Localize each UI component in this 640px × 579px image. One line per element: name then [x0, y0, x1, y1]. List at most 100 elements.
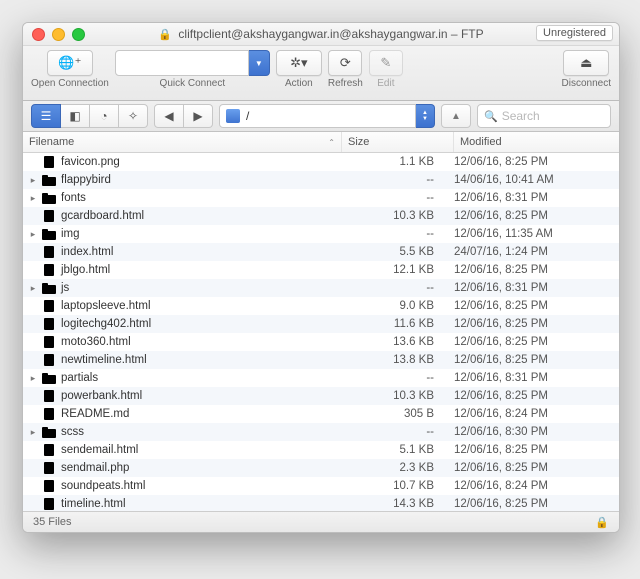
path-field[interactable]: /	[219, 104, 416, 128]
folder-icon	[41, 281, 57, 295]
table-row[interactable]: index.html5.5 KB24/07/16, 1:24 PM	[23, 243, 619, 261]
file-size: --	[322, 372, 448, 384]
table-row[interactable]: sendemail.html5.1 KB12/06/16, 8:25 PM	[23, 441, 619, 459]
file-modified: 12/06/16, 8:31 PM	[448, 372, 619, 384]
disconnect-button[interactable]: ⏏	[563, 50, 609, 76]
image-icon	[41, 155, 57, 169]
table-row[interactable]: favicon.png1.1 KB12/06/16, 8:25 PM	[23, 153, 619, 171]
table-row[interactable]: gcardboard.html10.3 KB12/06/16, 8:25 PM	[23, 207, 619, 225]
file-icon	[41, 209, 57, 223]
header-filename[interactable]: Filename ⌃	[23, 132, 342, 152]
view-bookmarks-button[interactable]: ◧	[61, 104, 90, 128]
file-icon	[41, 389, 57, 403]
view-bar: ☰ ◧ ◔ ✧ ◀ ▶ / ▲▼ ▲ 🔍 Search	[23, 101, 619, 132]
file-modified: 12/06/16, 8:25 PM	[448, 462, 619, 474]
table-row[interactable]: ▸flappybird--14/06/16, 10:41 AM	[23, 171, 619, 189]
file-size: 14.3 KB	[322, 498, 448, 510]
header-modified[interactable]: Modified	[454, 132, 619, 152]
quick-connect-field[interactable]	[115, 50, 249, 76]
file-size: 9.0 KB	[322, 300, 448, 312]
disclosure-triangle-icon[interactable]: ▸	[27, 373, 39, 384]
view-list-button[interactable]: ☰	[31, 104, 61, 128]
file-modified: 12/06/16, 8:30 PM	[448, 426, 619, 438]
go-up-button[interactable]: ▲	[441, 104, 471, 128]
quick-connect-dropdown[interactable]: ▼	[249, 50, 270, 76]
disconnect-label: Disconnect	[562, 78, 611, 89]
path-dropdown[interactable]: ▲▼	[416, 104, 435, 128]
table-row[interactable]: laptopsleeve.html9.0 KB12/06/16, 8:25 PM	[23, 297, 619, 315]
table-row[interactable]: timeline.html14.3 KB12/06/16, 8:25 PM	[23, 495, 619, 511]
padlock-icon: 🔒	[595, 516, 609, 529]
file-name: newtimeline.html	[61, 354, 147, 366]
search-field[interactable]: 🔍 Search	[477, 104, 611, 128]
table-row[interactable]: ▸ partials --12/06/16, 8:31 PM	[23, 369, 619, 387]
file-size: 12.1 KB	[322, 264, 448, 276]
unregistered-badge[interactable]: Unregistered	[536, 25, 613, 41]
file-icon	[41, 443, 57, 457]
status-count: 35 Files	[33, 516, 72, 528]
disclosure-triangle-icon[interactable]: ▸	[27, 175, 39, 186]
folder-icon	[41, 191, 57, 205]
file-modified: 12/06/16, 8:31 PM	[448, 282, 619, 294]
main-toolbar: 🌐⁺ Open Connection ▼ Quick Connect ✲▾ Ac…	[23, 46, 619, 101]
table-row[interactable]: jblgo.html12.1 KB12/06/16, 8:25 PM	[23, 261, 619, 279]
action-button[interactable]: ✲▾	[276, 50, 322, 76]
file-modified: 12/06/16, 11:35 AM	[448, 228, 619, 240]
folder-icon	[41, 371, 57, 385]
disclosure-triangle-icon[interactable]: ▸	[27, 283, 39, 294]
edit-button[interactable]: ✎	[369, 50, 403, 76]
refresh-label: Refresh	[328, 78, 363, 89]
disclosure-triangle-icon[interactable]: ▸	[27, 193, 39, 204]
disclosure-triangle-icon[interactable]: ▸	[27, 229, 39, 240]
file-name: partials	[61, 372, 98, 384]
header-modified-label: Modified	[460, 136, 502, 148]
table-row[interactable]: ▸js--12/06/16, 8:31 PM	[23, 279, 619, 297]
view-mode-segment: ☰ ◧ ◔ ✧	[31, 104, 148, 128]
window-title: 🔒 cliftpclient@akshaygangwar.in@akshayga…	[23, 27, 619, 41]
table-row[interactable]: newtimeline.html13.8 KB12/06/16, 8:25 PM	[23, 351, 619, 369]
minimize-window-button[interactable]	[52, 28, 65, 41]
file-size: 11.6 KB	[322, 318, 448, 330]
traffic-lights	[23, 28, 85, 41]
disclosure-triangle-icon[interactable]: ▸	[27, 427, 39, 438]
pencil-icon: ✎	[380, 55, 391, 71]
table-row[interactable]: logitechg402.html11.6 KB12/06/16, 8:25 P…	[23, 315, 619, 333]
nav-forward-button[interactable]: ▶	[184, 104, 213, 128]
table-row[interactable]: ▸img--12/06/16, 11:35 AM	[23, 225, 619, 243]
table-row[interactable]: README.md305 B12/06/16, 8:24 PM	[23, 405, 619, 423]
file-modified: 12/06/16, 8:25 PM	[448, 210, 619, 222]
table-row[interactable]: moto360.html13.6 KB12/06/16, 8:25 PM	[23, 333, 619, 351]
table-row[interactable]: ▸scss--12/06/16, 8:30 PM	[23, 423, 619, 441]
table-row[interactable]: powerbank.html10.3 KB12/06/16, 8:25 PM	[23, 387, 619, 405]
file-modified: 12/06/16, 8:25 PM	[448, 444, 619, 456]
window-title-text: cliftpclient@akshaygangwar.in@akshaygang…	[178, 27, 483, 41]
header-size[interactable]: Size	[342, 132, 454, 152]
file-icon	[41, 245, 57, 259]
file-size: 10.3 KB	[322, 390, 448, 402]
table-row[interactable]: soundpeats.html10.7 KB12/06/16, 8:24 PM	[23, 477, 619, 495]
nav-back-button[interactable]: ◀	[154, 104, 184, 128]
file-name: powerbank.html	[61, 390, 142, 402]
file-size: --	[322, 174, 448, 186]
file-icon	[41, 263, 57, 277]
file-name: fonts	[61, 192, 86, 204]
file-name: scss	[61, 426, 84, 438]
file-modified: 12/06/16, 8:25 PM	[448, 318, 619, 330]
file-icon	[41, 497, 57, 511]
table-row[interactable]: ▸fonts--12/06/16, 8:31 PM	[23, 189, 619, 207]
close-window-button[interactable]	[32, 28, 45, 41]
file-icon	[41, 299, 57, 313]
table-row[interactable]: sendmail.php2.3 KB12/06/16, 8:25 PM	[23, 459, 619, 477]
file-icon	[41, 461, 57, 475]
file-list[interactable]: favicon.png1.1 KB12/06/16, 8:25 PM▸flapp…	[23, 153, 619, 511]
file-size: 5.5 KB	[322, 246, 448, 258]
zoom-window-button[interactable]	[72, 28, 85, 41]
view-history-button[interactable]: ◔	[90, 104, 119, 128]
view-bonjour-button[interactable]: ✧	[119, 104, 148, 128]
globe-icon: 🌐⁺	[58, 55, 81, 71]
file-name: soundpeats.html	[61, 480, 145, 492]
open-connection-button[interactable]: 🌐⁺	[47, 50, 93, 76]
refresh-button[interactable]: ⟳	[328, 50, 362, 76]
file-size: --	[322, 228, 448, 240]
folder-icon	[41, 227, 57, 241]
